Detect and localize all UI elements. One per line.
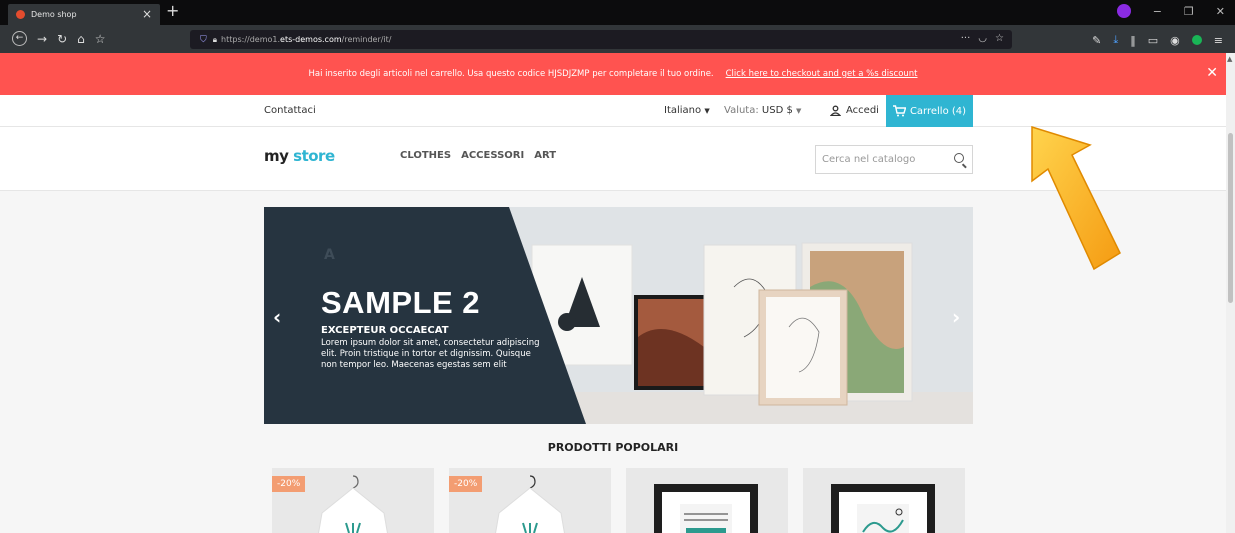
tab-title: Demo shop [31, 10, 77, 19]
product-image [831, 484, 935, 533]
download-icon[interactable]: ⤓ [1113, 33, 1118, 47]
user-icon [830, 105, 841, 116]
product-image [654, 484, 758, 533]
forward-icon[interactable]: → [37, 32, 47, 46]
login-label: Accedi [846, 105, 879, 116]
shield-icon[interactable]: ⛉ [200, 35, 207, 45]
browser-tabbar: Demo shop × + − ❐ ✕ [0, 0, 1235, 25]
menu-item-art[interactable]: ART [534, 150, 556, 161]
scrollbar-thumb[interactable] [1228, 133, 1233, 303]
web-page: Hai inserito degli articoli nel carrello… [0, 53, 1226, 533]
chevron-down-icon: ▼ [704, 107, 710, 115]
store-logo[interactable]: my store [264, 147, 335, 165]
close-tab-icon[interactable]: × [142, 7, 152, 21]
cart-icon [892, 105, 906, 117]
cart-label: Carrello (4) [909, 105, 967, 117]
menu-item-clothes[interactable]: CLOTHES [400, 150, 451, 161]
address-bar[interactable]: ⛉ 🔒︎ https://demo1. ets-demos.com/reminde… [190, 30, 1012, 49]
url-prefix: https://demo1. [221, 35, 281, 44]
search-input[interactable]: Cerca nel catalogo [815, 145, 973, 174]
search-placeholder: Cerca nel catalogo [822, 154, 916, 165]
currency-selector[interactable]: Valuta: USD $ ▼ [724, 105, 801, 116]
account-icon[interactable]: ◉ [1170, 34, 1180, 47]
page-scrollbar[interactable]: ▲ [1226, 53, 1235, 533]
tools-icon[interactable]: ✎ [1092, 34, 1101, 47]
new-tab-icon[interactable]: + [166, 1, 179, 20]
close-window-icon[interactable]: ✕ [1216, 5, 1225, 18]
browser-toolbar-right: ✎ ⤓ ‖ ▭ ◉ ≡ [1092, 33, 1223, 47]
login-link[interactable]: Accedi [830, 105, 879, 116]
checkout-discount-link[interactable]: Click here to checkout and get a %s disc… [726, 69, 918, 79]
slide-body: Lorem ipsum dolor sit amet, consectetur … [321, 338, 540, 370]
favicon-icon [16, 10, 25, 19]
pocket-icon[interactable]: ◡ [978, 33, 987, 44]
search-icon[interactable] [954, 153, 964, 163]
product-card[interactable] [803, 468, 965, 533]
browser-navbar: ← → ↻ ⌂ ☆ ⛉ 🔒︎ https://demo1. ets-demos.c… [0, 25, 1235, 53]
cart-button[interactable]: Carrello (4) [886, 95, 973, 127]
main-menu: CLOTHES ACCESSORI ART [400, 150, 556, 161]
popular-products-title: PRODOTTI POPOLARI [547, 441, 679, 454]
slider-prev-icon[interactable]: ‹ [273, 305, 281, 329]
minimize-icon[interactable]: − [1153, 5, 1162, 18]
slide-caption: SAMPLE 2 EXCEPTEUR OCCAECAT Lorem ipsum … [321, 285, 541, 371]
extension-icon[interactable] [1191, 35, 1202, 45]
logo-my: my [264, 147, 289, 165]
product-list: -20% -20% [272, 468, 965, 533]
currency-value: USD $ [761, 105, 793, 116]
url-host: ets-demos.com [280, 35, 342, 44]
currency-label: Valuta: [724, 105, 759, 116]
language-selector[interactable]: Italiano ▼ [664, 105, 710, 116]
homepage-slider: A SAMPLE 2 EXCEPTEUR OCCAECAT Lorem ipsu… [264, 207, 973, 424]
bookmark-star-icon[interactable]: ☆ [95, 32, 106, 46]
library-icon[interactable]: ‖ [1130, 34, 1136, 47]
sidebar-icon[interactable]: ▭ [1148, 34, 1158, 47]
product-card[interactable]: -20% [449, 468, 611, 533]
restore-icon[interactable]: ❐ [1184, 5, 1194, 18]
url-actions: ··· ◡ ☆ [961, 33, 1004, 44]
slide-title: SAMPLE 2 [321, 285, 481, 320]
private-mask-icon [1116, 4, 1131, 18]
page-actions-icon[interactable]: ··· [961, 33, 971, 44]
home-icon[interactable]: ⌂ [77, 32, 85, 46]
product-card[interactable]: -20% [272, 468, 434, 533]
cart-reminder-banner: Hai inserito degli articoli nel carrello… [0, 53, 1226, 95]
url-path: /reminder/it/ [341, 35, 392, 44]
browser-tab[interactable]: Demo shop × [8, 4, 160, 25]
close-banner-icon[interactable]: ✕ [1206, 65, 1218, 81]
contact-link[interactable]: Contattaci [264, 105, 316, 116]
pointer-arrow-icon [1031, 125, 1121, 271]
bookmark-icon[interactable]: ☆ [995, 33, 1004, 44]
menu-icon[interactable]: ≡ [1214, 34, 1223, 47]
discount-badge: -20% [449, 476, 483, 492]
discount-badge: -20% [272, 476, 306, 492]
svg-text:A: A [324, 247, 335, 263]
scroll-up-icon[interactable]: ▲ [1227, 55, 1232, 63]
product-card[interactable] [626, 468, 788, 533]
back-icon[interactable]: ← [12, 31, 27, 46]
lock-icon[interactable]: 🔒︎ [213, 35, 217, 45]
reminder-message: Hai inserito degli articoli nel carrello… [308, 69, 714, 79]
language-label: Italiano [664, 105, 702, 116]
slider-next-icon[interactable]: › [952, 305, 960, 329]
logo-store: store [293, 147, 335, 165]
slide-subtitle: EXCEPTEUR OCCAECAT [321, 325, 449, 336]
chevron-down-icon: ▼ [796, 107, 802, 115]
window-controls: − ❐ ✕ [1116, 4, 1225, 18]
reload-icon[interactable]: ↻ [57, 32, 67, 46]
menu-item-accessori[interactable]: ACCESSORI [461, 150, 524, 161]
